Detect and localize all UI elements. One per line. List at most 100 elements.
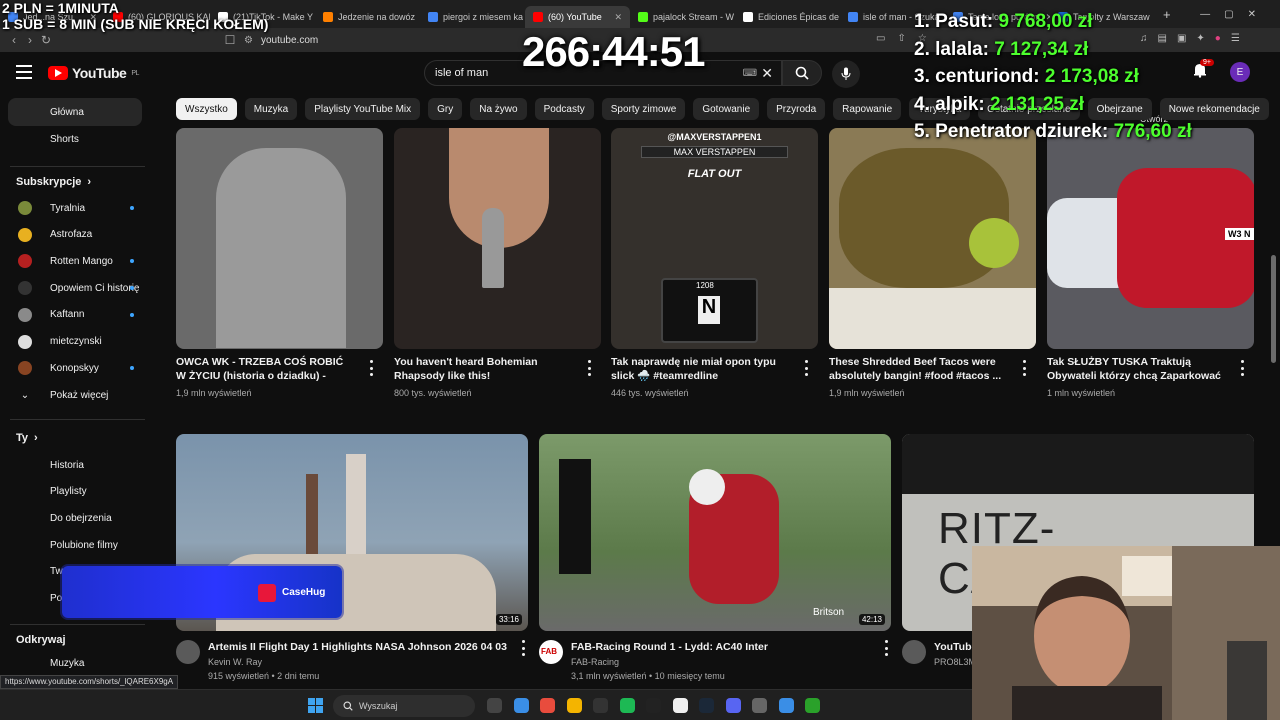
tab-close-icon[interactable]: ✕ — [614, 12, 622, 23]
sidebar-item[interactable]: Kaftann — [8, 301, 142, 329]
task-view-icon[interactable] — [487, 698, 502, 713]
settings-icon[interactable] — [752, 698, 767, 713]
short-title[interactable]: Tak naprawdę nie miał opon typu slick 🌧️… — [611, 355, 791, 383]
sidebar-item[interactable]: Konopskyy — [8, 354, 142, 382]
hamburger-menu-icon[interactable] — [16, 65, 32, 79]
more-options-icon[interactable] — [803, 360, 809, 376]
cast-icon[interactable]: ▭ — [876, 33, 885, 44]
more-options-icon[interactable] — [368, 360, 374, 376]
browser-tab[interactable]: (60) YouTube ✕ — [525, 6, 630, 28]
spotify-icon[interactable] — [619, 698, 635, 713]
window-controls[interactable]: —▢✕ — [1200, 9, 1270, 20]
youtube-logo[interactable]: YouTube PL — [48, 65, 139, 81]
you-heading[interactable]: Ty › — [16, 432, 38, 444]
chevron-right-icon: › — [87, 176, 92, 188]
steam-icon[interactable] — [699, 698, 714, 713]
keyboard-icon[interactable]: ⌨ — [743, 68, 757, 79]
page-scrollbar[interactable] — [1271, 255, 1276, 363]
more-options-icon[interactable] — [586, 360, 592, 376]
channel-avatar[interactable] — [902, 640, 926, 664]
chrome-icon[interactable] — [566, 698, 582, 713]
account-avatar[interactable]: E — [1230, 62, 1250, 82]
video-thumbnail[interactable]: Britson 42:13 — [539, 434, 891, 631]
short-thumbnail[interactable] — [829, 128, 1036, 349]
short-thumbnail[interactable] — [394, 128, 601, 349]
menu-icon[interactable]: ☰ — [1231, 33, 1240, 44]
forward-icon[interactable]: › — [22, 33, 38, 47]
bookmark-icon[interactable]: ☐ — [222, 33, 238, 47]
short-title[interactable]: You haven't heard Bohemian Rhapsody like… — [394, 355, 574, 383]
sidebar-item[interactable]: Historia — [8, 451, 142, 479]
obs-icon[interactable] — [593, 698, 608, 713]
video-title[interactable]: Artemis II Flight Day 1 Highlights NASA … — [208, 640, 508, 655]
short-title[interactable]: These Shredded Beef Tacos were absolutel… — [829, 355, 1009, 383]
browser-tab[interactable]: piergoi z miesem ka✕ — [420, 6, 525, 28]
sidebar-item[interactable]: Opowiem Ci historię — [8, 274, 142, 302]
sidebar-item[interactable]: Polubione filmy — [8, 531, 142, 559]
filter-chip[interactable]: Gry — [428, 98, 463, 120]
donation-amount: 2 173,08 zł — [1044, 66, 1139, 87]
sidebar-item[interactable]: mietczynski — [8, 328, 142, 356]
filter-chip[interactable]: Sporty zimowe — [601, 98, 686, 120]
browser-tab[interactable]: pajalock Stream - W✕ — [630, 6, 735, 28]
app-icon[interactable] — [805, 698, 820, 713]
filter-chip[interactable]: Podcasty — [534, 98, 594, 120]
browser-tab[interactable]: Ediciones Épicas de✕ — [735, 6, 840, 28]
search-button[interactable] — [782, 60, 822, 86]
more-options-icon[interactable] — [520, 640, 526, 656]
short-title[interactable]: OWCA WK - TRZEBA COŚ ROBIĆ W ŻYCIU (hist… — [176, 355, 356, 383]
more-options-icon[interactable] — [883, 640, 889, 656]
short-title[interactable]: Tak SŁUŻBY TUSKA Traktują Obywateli któr… — [1047, 355, 1227, 383]
channel-name[interactable]: FAB-Racing — [571, 655, 619, 669]
filter-chip[interactable]: Przyroda — [767, 98, 826, 120]
brave-icon[interactable] — [540, 698, 555, 713]
channel-avatar[interactable] — [176, 640, 200, 664]
gear-indicator: N — [698, 296, 720, 324]
sidebar-item[interactable]: Rotten Mango — [8, 247, 142, 275]
sidebar-item[interactable]: Playlisty — [8, 478, 142, 506]
copilot-icon[interactable] — [513, 698, 529, 713]
brave-beta-icon[interactable] — [672, 698, 688, 713]
windows-start-icon[interactable] — [308, 698, 323, 713]
short-thumbnail[interactable]: @MAXVERSTAPPEN1 MAX VERSTAPPEN FLAT OUT N 12… — [611, 128, 818, 349]
sidebar-item[interactable]: Astrofaza — [8, 221, 142, 249]
share-icon[interactable]: ⇧ — [897, 33, 905, 44]
sidebar-item[interactable]: Główna — [8, 98, 142, 126]
filter-chip[interactable]: Playlisty YouTube Mix — [305, 98, 421, 120]
reload-icon[interactable]: ↻ — [38, 33, 54, 47]
sidebar-item[interactable]: Muzyka — [8, 649, 142, 677]
filter-chip[interactable]: Muzyka — [244, 98, 298, 120]
filter-chip[interactable]: Rapowanie — [833, 98, 902, 120]
thumb-brand: Britson — [813, 607, 845, 618]
filter-chip[interactable]: Gotowanie — [693, 98, 760, 120]
taskbar-search-icon — [343, 701, 353, 711]
site-info-icon[interactable]: ⚙ — [244, 35, 253, 46]
notifications-button[interactable]: 9+ — [1192, 59, 1214, 82]
subscriptions-heading[interactable]: Subskrypcje › — [16, 176, 91, 188]
taskbar-search[interactable]: Wyszukaj — [333, 695, 475, 717]
short-thumbnail[interactable] — [176, 128, 383, 349]
more-options-icon[interactable] — [1239, 360, 1245, 376]
leaderboard-entry: 2. lalala: 7 127,34 zł — [914, 36, 1192, 64]
filter-chip[interactable]: Wszystko — [176, 98, 237, 120]
more-options-icon[interactable] — [1021, 360, 1027, 376]
video-title[interactable]: FAB-Racing Round 1 - Lydd: AC40 Inter — [571, 640, 871, 655]
puzzle-icon[interactable]: ✦ — [1196, 33, 1204, 44]
clear-search-icon[interactable]: ✕ — [761, 65, 773, 82]
sidebar-item[interactable]: Shorts — [8, 125, 142, 153]
channel-name[interactable]: Kevin W. Ray — [208, 655, 262, 669]
app-icon[interactable] — [646, 698, 661, 713]
sidebar-item[interactable]: Do obejrzenia — [8, 504, 142, 532]
show-more-button[interactable]: ⌄ Pokaż więcej — [8, 381, 142, 409]
discord-icon[interactable] — [725, 698, 741, 713]
filter-chip[interactable]: Na żywo — [470, 98, 527, 120]
edge-icon[interactable] — [778, 698, 794, 713]
back-icon[interactable]: ‹ — [6, 33, 22, 47]
channel-avatar[interactable]: FAB — [539, 640, 563, 664]
browser-tab[interactable]: Jedzenie na dowóz✕ — [315, 6, 420, 28]
sidebar-item[interactable]: Tyralnia — [8, 194, 142, 222]
profile-icon[interactable]: ● — [1215, 33, 1221, 44]
short-views: 1,9 mln wyświetleń — [829, 388, 905, 398]
voice-search-button[interactable] — [832, 60, 860, 88]
short-thumbnail[interactable]: W3 N — [1047, 128, 1254, 349]
